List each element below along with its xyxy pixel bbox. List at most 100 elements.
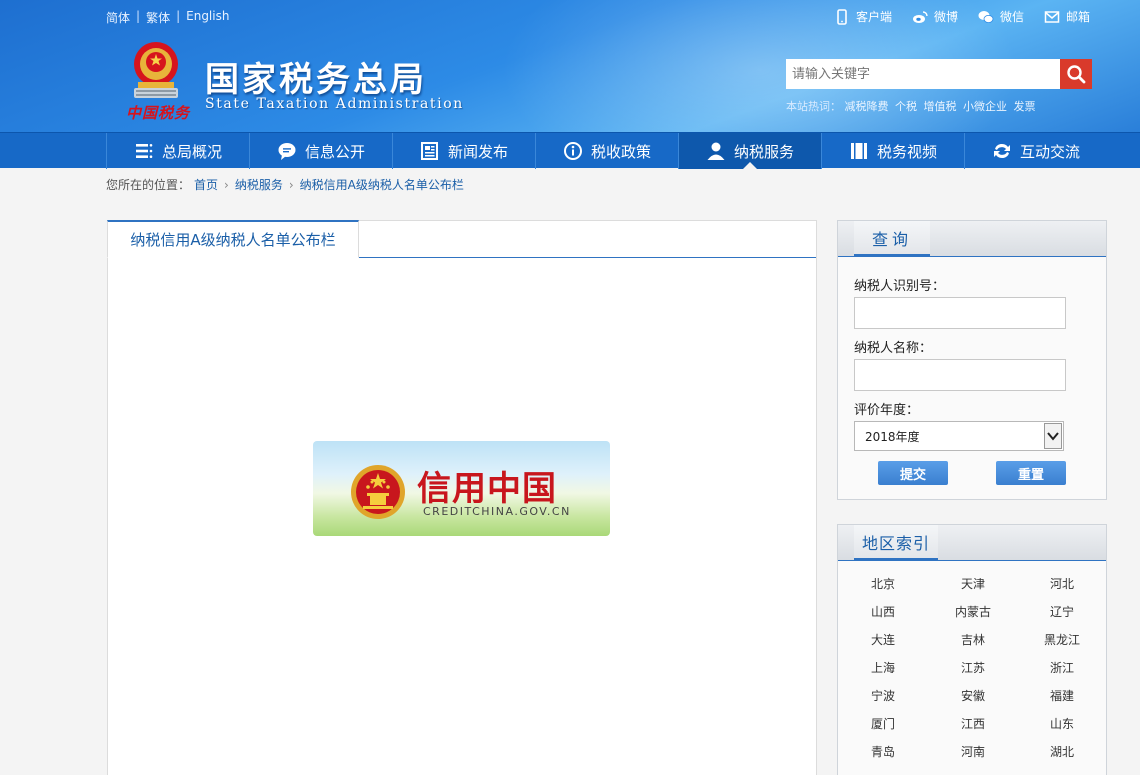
region-link[interactable]: 北京: [838, 575, 928, 591]
wechat-link-label: 微信: [999, 10, 1024, 24]
wechat-link[interactable]: 微信: [978, 8, 1024, 25]
credit-china-banner[interactable]: 信用中国 CREDITCHINA.GOV.CN: [313, 441, 610, 536]
lang-separator: |: [176, 9, 181, 23]
region-link[interactable]: 天津: [928, 575, 1018, 591]
site-subtitle: State Taxation Administration: [205, 96, 464, 112]
breadcrumb: 您所在的位置： 首页 › 纳税服务 › 纳税信用A级纳税人名单公布栏: [106, 176, 464, 193]
nav-item-label: 新闻发布: [447, 142, 508, 161]
region-panel-header: 地区索引: [838, 525, 1106, 561]
newspaper-icon: [420, 142, 438, 160]
region-link[interactable]: 厦门: [838, 715, 928, 731]
credit-china-title: 信用中国: [417, 469, 557, 509]
mail-link-label: 邮箱: [1065, 10, 1090, 24]
region-link[interactable]: 辽宁: [1018, 603, 1106, 619]
china-tax-signature: 中国税务: [126, 104, 191, 122]
search-button[interactable]: [1060, 59, 1092, 89]
region-link[interactable]: 大连: [838, 631, 928, 647]
national-emblem-icon: [351, 465, 405, 519]
weibo-icon: [912, 10, 928, 23]
wechat-icon: [978, 10, 994, 23]
breadcrumb-tax-service[interactable]: 纳税服务: [235, 176, 283, 193]
breadcrumb-prefix: 您所在的位置：: [106, 178, 191, 192]
hot-word-link[interactable]: 发票: [1014, 100, 1036, 113]
nav-item-label: 纳税服务: [733, 142, 794, 161]
nav-item-label: 税收政策: [590, 142, 651, 161]
nav-item-label: 互动交流: [1019, 142, 1080, 161]
info-icon: [563, 142, 582, 160]
mobile-icon: [837, 8, 847, 25]
nav-item-label: 税务视频: [876, 142, 937, 161]
region-link[interactable]: 宁波: [838, 687, 928, 703]
region-link[interactable]: 山东: [1018, 715, 1106, 731]
region-link[interactable]: 河北: [1018, 575, 1106, 591]
hot-word-link[interactable]: 减税降费: [845, 100, 889, 113]
hot-word-link[interactable]: 小微企业: [963, 100, 1007, 113]
mail-link[interactable]: 邮箱: [1044, 8, 1090, 25]
weibo-link-label: 微博: [933, 10, 958, 24]
reset-button[interactable]: 重置: [996, 461, 1066, 485]
region-link[interactable]: 福建: [1018, 687, 1106, 703]
credit-china-url: CREDITCHINA.GOV.CN: [423, 505, 571, 518]
taxpayer-id-label: 纳税人识别号：: [854, 279, 946, 294]
search-icon: [1067, 65, 1086, 84]
site-header: 简体 | 繁体 | English 客户端 微博 微信 邮箱 中国税务 国家税务…: [0, 0, 1140, 132]
nav-item-overview[interactable]: 总局概况: [106, 133, 249, 169]
nav-item-tax-policy[interactable]: 税收政策: [535, 133, 678, 169]
lang-simplified[interactable]: 简体: [106, 9, 130, 26]
region-link[interactable]: 黑龙江: [1018, 631, 1106, 647]
region-link[interactable]: 上海: [838, 659, 928, 675]
nav-item-tax-service[interactable]: 纳税服务: [678, 133, 821, 169]
nav-item-label: 信息公开: [304, 142, 365, 161]
nav-item-tax-video[interactable]: 税务视频: [821, 133, 964, 169]
year-select-value: 2018年度: [865, 429, 920, 444]
tab-a-level-list[interactable]: 纳税信用A级纳税人名单公布栏: [107, 220, 359, 258]
content-panel: 纳税信用A级纳税人名单公布栏 信用中国 CREDITCHINA.GOV.CN: [107, 220, 817, 775]
region-link[interactable]: 河南: [928, 743, 1018, 759]
nav-item-interaction[interactable]: 互动交流: [964, 133, 1107, 169]
breadcrumb-current[interactable]: 纳税信用A级纳税人名单公布栏: [300, 176, 464, 193]
nav-item-info-disclosure[interactable]: 信息公开: [249, 133, 392, 169]
lang-separator: |: [136, 9, 141, 23]
speech-bubble-icon: [278, 143, 296, 160]
search-box: [786, 59, 1092, 89]
site-title: 国家税务总局: [205, 60, 427, 100]
region-panel-title: 地区索引: [854, 525, 939, 561]
region-link[interactable]: 安徽: [928, 687, 1018, 703]
search-input[interactable]: [786, 59, 1060, 89]
region-link[interactable]: 青岛: [838, 743, 928, 759]
video-icon: [850, 143, 867, 159]
taxpayer-name-label: 纳税人名称：: [854, 341, 933, 356]
weibo-link[interactable]: 微博: [912, 8, 958, 25]
lang-traditional[interactable]: 繁体: [146, 9, 170, 26]
client-link[interactable]: 客户端: [834, 8, 892, 25]
client-link-label: 客户端: [855, 10, 892, 24]
hot-word-link[interactable]: 增值税: [924, 100, 957, 113]
hot-words-label: 本站热词：: [786, 100, 841, 113]
region-link[interactable]: 内蒙古: [928, 603, 1018, 619]
exchange-icon: [993, 143, 1010, 159]
submit-button[interactable]: 提交: [878, 461, 948, 485]
top-links: 客户端 微博 微信 邮箱: [834, 8, 1090, 25]
nav-item-label: 总局概况: [161, 142, 222, 161]
region-link[interactable]: 江西: [928, 715, 1018, 731]
menu-icon: [135, 144, 153, 158]
taxpayer-name-input[interactable]: [854, 359, 1066, 391]
mail-icon: [1044, 10, 1060, 23]
breadcrumb-home[interactable]: 首页: [194, 176, 218, 193]
year-select[interactable]: 2018年度: [854, 421, 1064, 451]
query-panel: 查询 纳税人识别号： 纳税人名称： 评价年度： 2018年度 提交 重置: [837, 220, 1107, 500]
region-grid: 北京 天津 河北 山西 内蒙古 辽宁 大连 吉林 黑龙江 上海 江苏 浙江 宁波…: [838, 575, 1106, 759]
year-select-dropdown[interactable]: [1044, 423, 1062, 449]
language-switcher: 简体 | 繁体 | English: [106, 9, 229, 26]
query-panel-header: 查询: [838, 221, 1106, 257]
lang-english[interactable]: English: [186, 9, 229, 26]
region-link[interactable]: 江苏: [928, 659, 1018, 675]
taxpayer-id-input[interactable]: [854, 297, 1066, 329]
region-link[interactable]: 山西: [838, 603, 928, 619]
nav-item-news[interactable]: 新闻发布: [392, 133, 535, 169]
hot-word-link[interactable]: 个税: [895, 100, 917, 113]
region-link[interactable]: 湖北: [1018, 743, 1106, 759]
region-link[interactable]: 浙江: [1018, 659, 1106, 675]
region-link[interactable]: 吉林: [928, 631, 1018, 647]
tax-emblem-icon[interactable]: [124, 36, 188, 102]
